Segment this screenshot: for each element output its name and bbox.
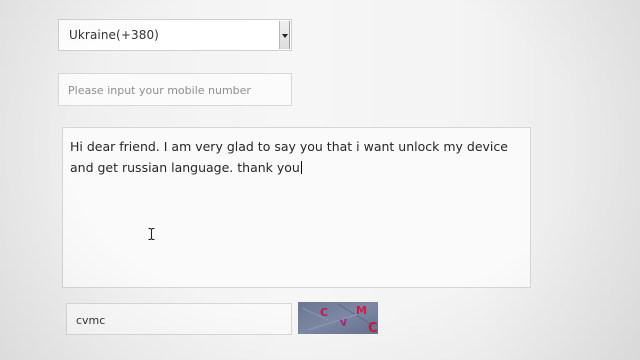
captcha-letter-m: M	[356, 304, 367, 317]
mobile-number-placeholder: Please input your mobile number	[68, 84, 251, 97]
text-caret	[300, 161, 302, 174]
message-textarea[interactable]: Hi dear friend. I am very glad to say yo…	[62, 127, 531, 288]
country-code-value: Ukraine(+380)	[69, 28, 159, 42]
chevron-down-icon	[282, 34, 288, 38]
captcha-letter-c: C	[320, 306, 328, 319]
captcha-image[interactable]: C V M C	[298, 302, 378, 334]
captcha-input[interactable]: cvmc	[66, 303, 292, 335]
mobile-number-input[interactable]: Please input your mobile number	[58, 73, 292, 106]
dropdown-toggle-button[interactable]	[279, 21, 290, 49]
captcha-graphic: C V M C	[298, 302, 378, 334]
captcha-letter-c2: C	[368, 321, 378, 334]
country-code-select[interactable]: Ukraine(+380)	[58, 19, 292, 51]
ibeam-cursor-icon	[148, 228, 155, 240]
captcha-input-value: cvmc	[76, 314, 106, 327]
message-text: Hi dear friend. I am very glad to say yo…	[70, 139, 508, 175]
